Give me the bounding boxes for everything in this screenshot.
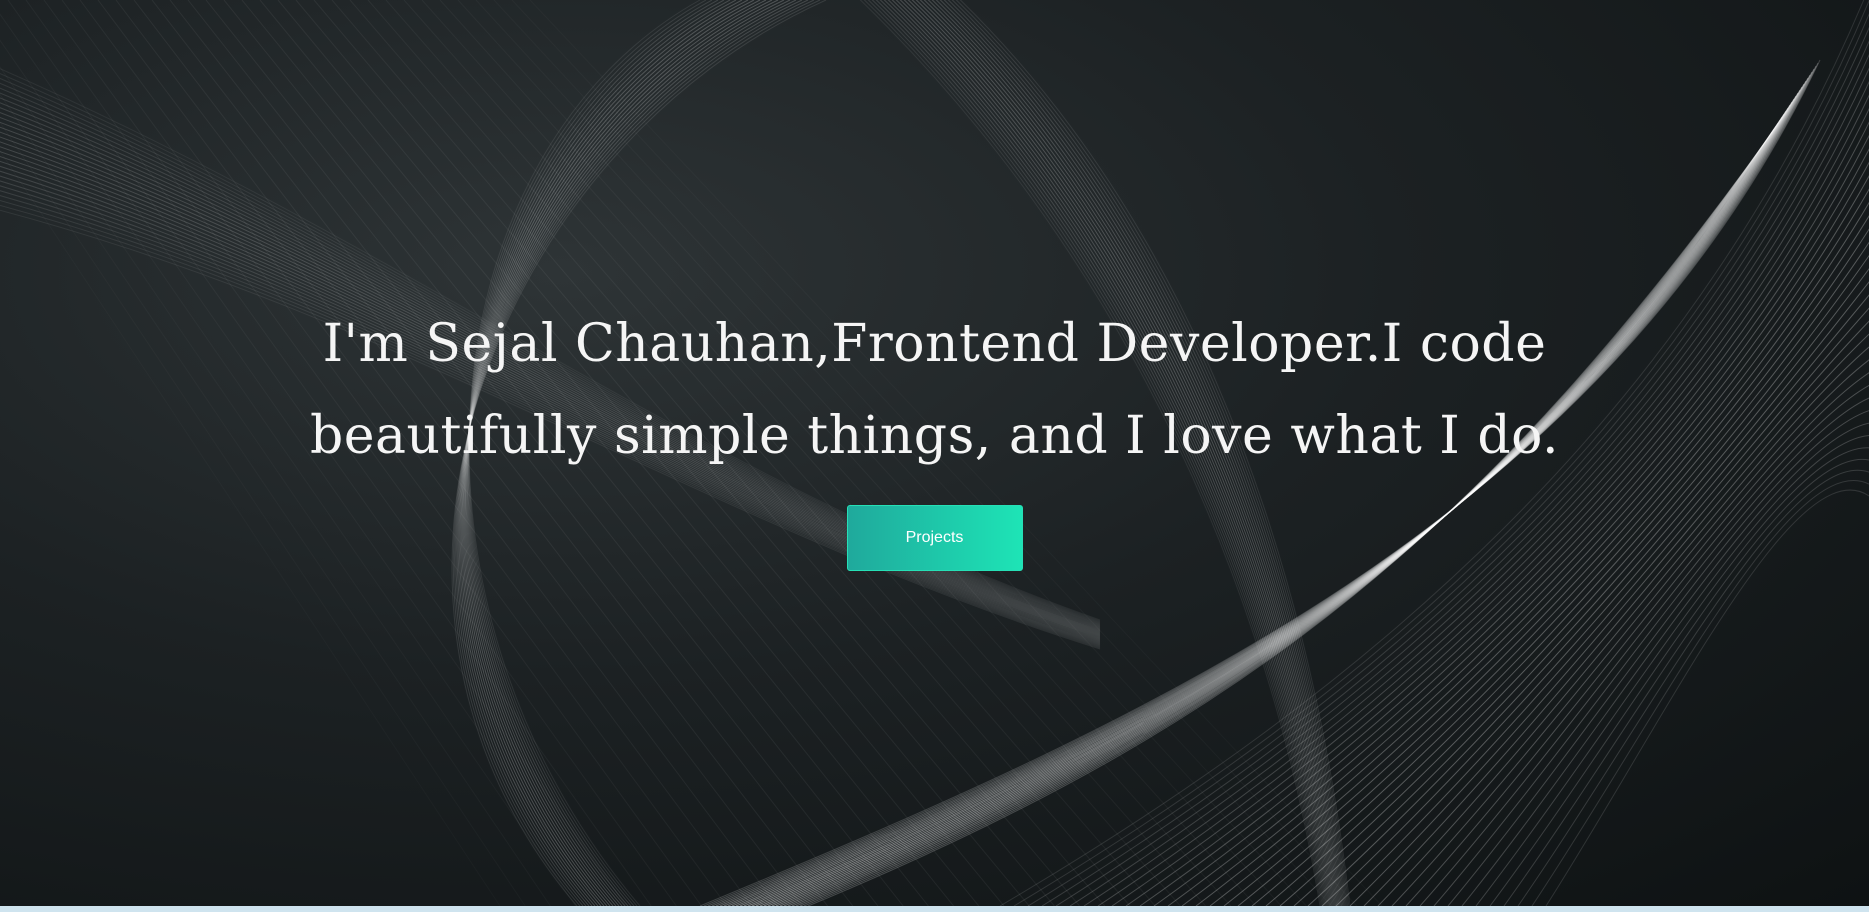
projects-button[interactable]: Projects bbox=[846, 505, 1023, 571]
hero-section: I'm Sejal Chauhan,Frontend Developer.I c… bbox=[0, 0, 1869, 906]
bottom-strip bbox=[0, 906, 1869, 912]
hero-content: I'm Sejal Chauhan,Frontend Developer.I c… bbox=[0, 298, 1869, 571]
hero-heading: I'm Sejal Chauhan,Frontend Developer.I c… bbox=[309, 314, 1560, 466]
